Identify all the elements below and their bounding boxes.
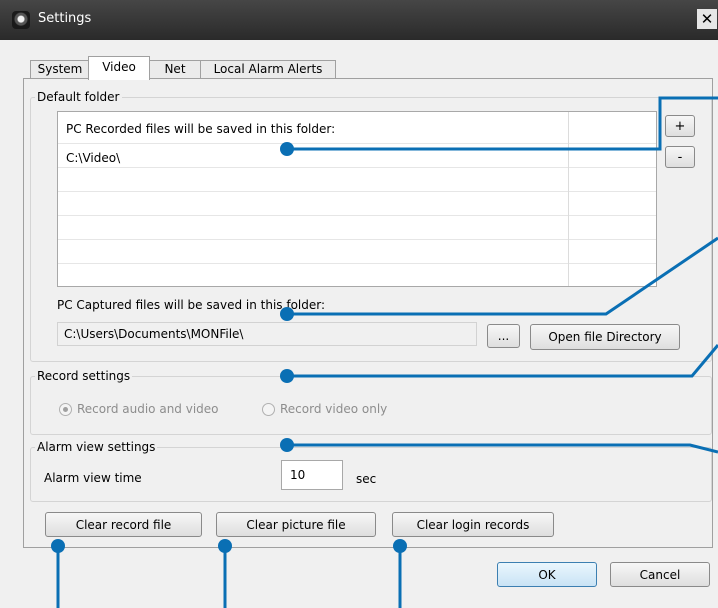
alarm-view-time-input[interactable]: 10 [281,460,343,490]
record-settings-legend: Record settings [37,369,131,383]
record-audio-video-label: Record audio and video [77,402,219,416]
tab-system[interactable]: System [30,60,90,78]
captured-folder-path-field[interactable]: C:\Users\Documents\MONFile\ [57,322,477,346]
record-video-only-label: Record video only [280,402,388,416]
clear-picture-file-button[interactable]: Clear picture file [216,512,376,537]
open-file-directory-button[interactable]: Open file Directory [530,324,680,350]
recorded-folder-list[interactable]: PC Recorded files will be saved in this … [57,111,657,287]
alarm-view-settings-legend: Alarm view settings [37,440,156,454]
app-camera-icon [12,11,30,29]
list-item [58,263,656,287]
list-item [58,239,656,264]
ok-button[interactable]: OK [497,562,597,587]
list-item [58,167,656,192]
cancel-button[interactable]: Cancel [610,562,710,587]
captured-folder-label: PC Captured files will be saved in this … [57,298,326,312]
clear-login-records-button[interactable]: Clear login records [392,512,554,537]
record-audio-video-radio[interactable] [59,403,72,416]
tab-net[interactable]: Net [148,60,202,78]
window-title: Settings [38,11,92,26]
browse-button[interactable]: ... [487,324,520,348]
clear-record-file-button[interactable]: Clear record file [45,512,202,537]
alarm-view-time-unit: sec [356,472,377,486]
record-video-only-radio[interactable] [262,403,275,416]
recorded-folder-header: PC Recorded files will be saved in this … [66,122,336,136]
list-item [58,191,656,216]
recorded-folder-path: C:\Video\ [66,151,121,165]
list-column-divider [568,112,569,286]
title-bar: Settings ✕ [0,0,718,40]
default-folder-legend: Default folder [37,90,120,104]
alarm-view-time-label: Alarm view time [44,471,142,485]
add-folder-button[interactable]: + [665,115,695,137]
tab-local-alarm-alerts[interactable]: Local Alarm Alerts [200,60,336,78]
list-item[interactable] [58,143,656,168]
remove-folder-button[interactable]: - [665,146,695,168]
close-icon[interactable]: ✕ [697,9,717,29]
tab-video[interactable]: Video [88,56,150,80]
list-item [58,215,656,240]
